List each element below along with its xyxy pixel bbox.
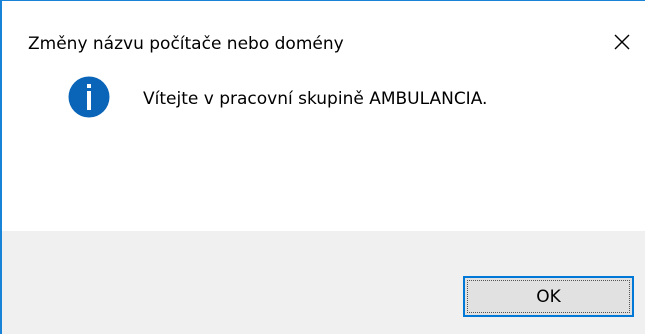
close-button[interactable]: [599, 23, 645, 61]
ok-button[interactable]: OK: [463, 276, 634, 317]
button-bar: OK: [2, 231, 645, 334]
title-bar: Změny názvu počítače nebo domény: [2, 1, 645, 61]
info-icon: [68, 76, 110, 118]
close-icon: [614, 34, 630, 50]
window-title: Změny názvu počítače nebo domény: [28, 34, 344, 54]
dialog-window: Změny názvu počítače nebo domény Vítejte…: [0, 0, 645, 334]
message-text: Vítejte v pracovní skupině AMBULANCIA.: [143, 89, 488, 109]
ok-button-label: OK: [536, 286, 561, 307]
